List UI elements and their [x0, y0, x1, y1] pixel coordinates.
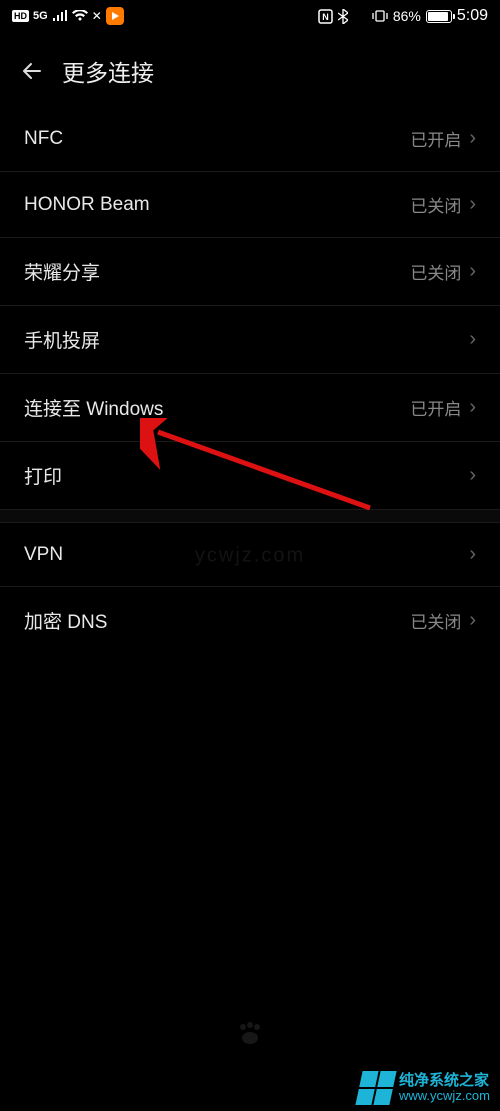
item-status: 已关闭	[410, 192, 461, 217]
wifi-icon	[72, 10, 88, 22]
item-honor-beam[interactable]: HONOR Beam 已关闭 ›	[0, 172, 500, 238]
clock: 5:09	[457, 7, 488, 25]
dnd-moon-icon	[353, 9, 367, 23]
watermark-bottom: 纯净系统之家 www.ycwjz.com	[349, 1065, 500, 1111]
paw-icon	[236, 1021, 264, 1051]
hd-badge: HD	[12, 10, 29, 22]
status-left: HD 5G ✕	[12, 7, 124, 25]
chevron-right-icon: ›	[469, 260, 476, 283]
watermark-brand: 纯净系统之家	[399, 1073, 490, 1090]
item-label: VPN	[24, 544, 63, 566]
item-vpn[interactable]: VPN ›	[0, 523, 500, 587]
network-5g: 5G	[33, 10, 48, 22]
chevron-right-icon: ›	[469, 396, 476, 419]
page-header: 更多连接	[0, 32, 500, 106]
item-label: 加密 DNS	[24, 607, 107, 634]
nfc-icon: N	[318, 9, 333, 24]
chevron-right-icon: ›	[469, 127, 476, 150]
item-nfc[interactable]: NFC 已开启 ›	[0, 106, 500, 172]
item-label: HONOR Beam	[24, 194, 150, 216]
back-button[interactable]	[20, 59, 44, 83]
item-honor-share[interactable]: 荣耀分享 已关闭 ›	[0, 238, 500, 306]
status-right: N 86% 5:09	[318, 7, 488, 25]
vibrate-icon	[372, 9, 388, 23]
item-label: 打印	[24, 462, 62, 489]
battery-pct: 86%	[393, 8, 421, 24]
watermark-logo-icon	[355, 1071, 396, 1105]
status-bar: HD 5G ✕ N 86% 5:09	[0, 0, 500, 32]
chevron-right-icon: ›	[469, 543, 476, 566]
item-print[interactable]: 打印 ›	[0, 442, 500, 509]
no-data-icon: ✕	[92, 9, 102, 23]
item-label: 荣耀分享	[24, 258, 100, 285]
battery-icon	[426, 10, 452, 23]
bluetooth-icon	[338, 9, 348, 24]
chevron-right-icon: ›	[469, 464, 476, 487]
item-status: 已关闭	[410, 259, 461, 284]
chevron-right-icon: ›	[469, 193, 476, 216]
item-status: 已开启	[410, 395, 461, 420]
signal-icon	[52, 10, 68, 22]
item-screen-cast[interactable]: 手机投屏 ›	[0, 306, 500, 374]
item-status: 已开启	[410, 126, 461, 151]
item-label: 连接至 Windows	[24, 394, 163, 421]
chevron-right-icon: ›	[469, 328, 476, 351]
item-label: NFC	[24, 128, 63, 150]
item-label: 手机投屏	[24, 326, 100, 353]
media-play-icon	[106, 7, 124, 25]
chevron-right-icon: ›	[469, 609, 476, 632]
settings-list: NFC 已开启 › HONOR Beam 已关闭 › 荣耀分享 已关闭 › 手机…	[0, 106, 500, 654]
svg-text:N: N	[322, 12, 329, 22]
item-status: 已关闭	[410, 608, 461, 633]
page-title: 更多连接	[62, 54, 154, 88]
watermark-url: www.ycwjz.com	[399, 1089, 490, 1103]
item-connect-windows[interactable]: 连接至 Windows 已开启 ›	[0, 374, 500, 442]
item-encrypted-dns[interactable]: 加密 DNS 已关闭 ›	[0, 587, 500, 654]
section-divider	[0, 509, 500, 523]
